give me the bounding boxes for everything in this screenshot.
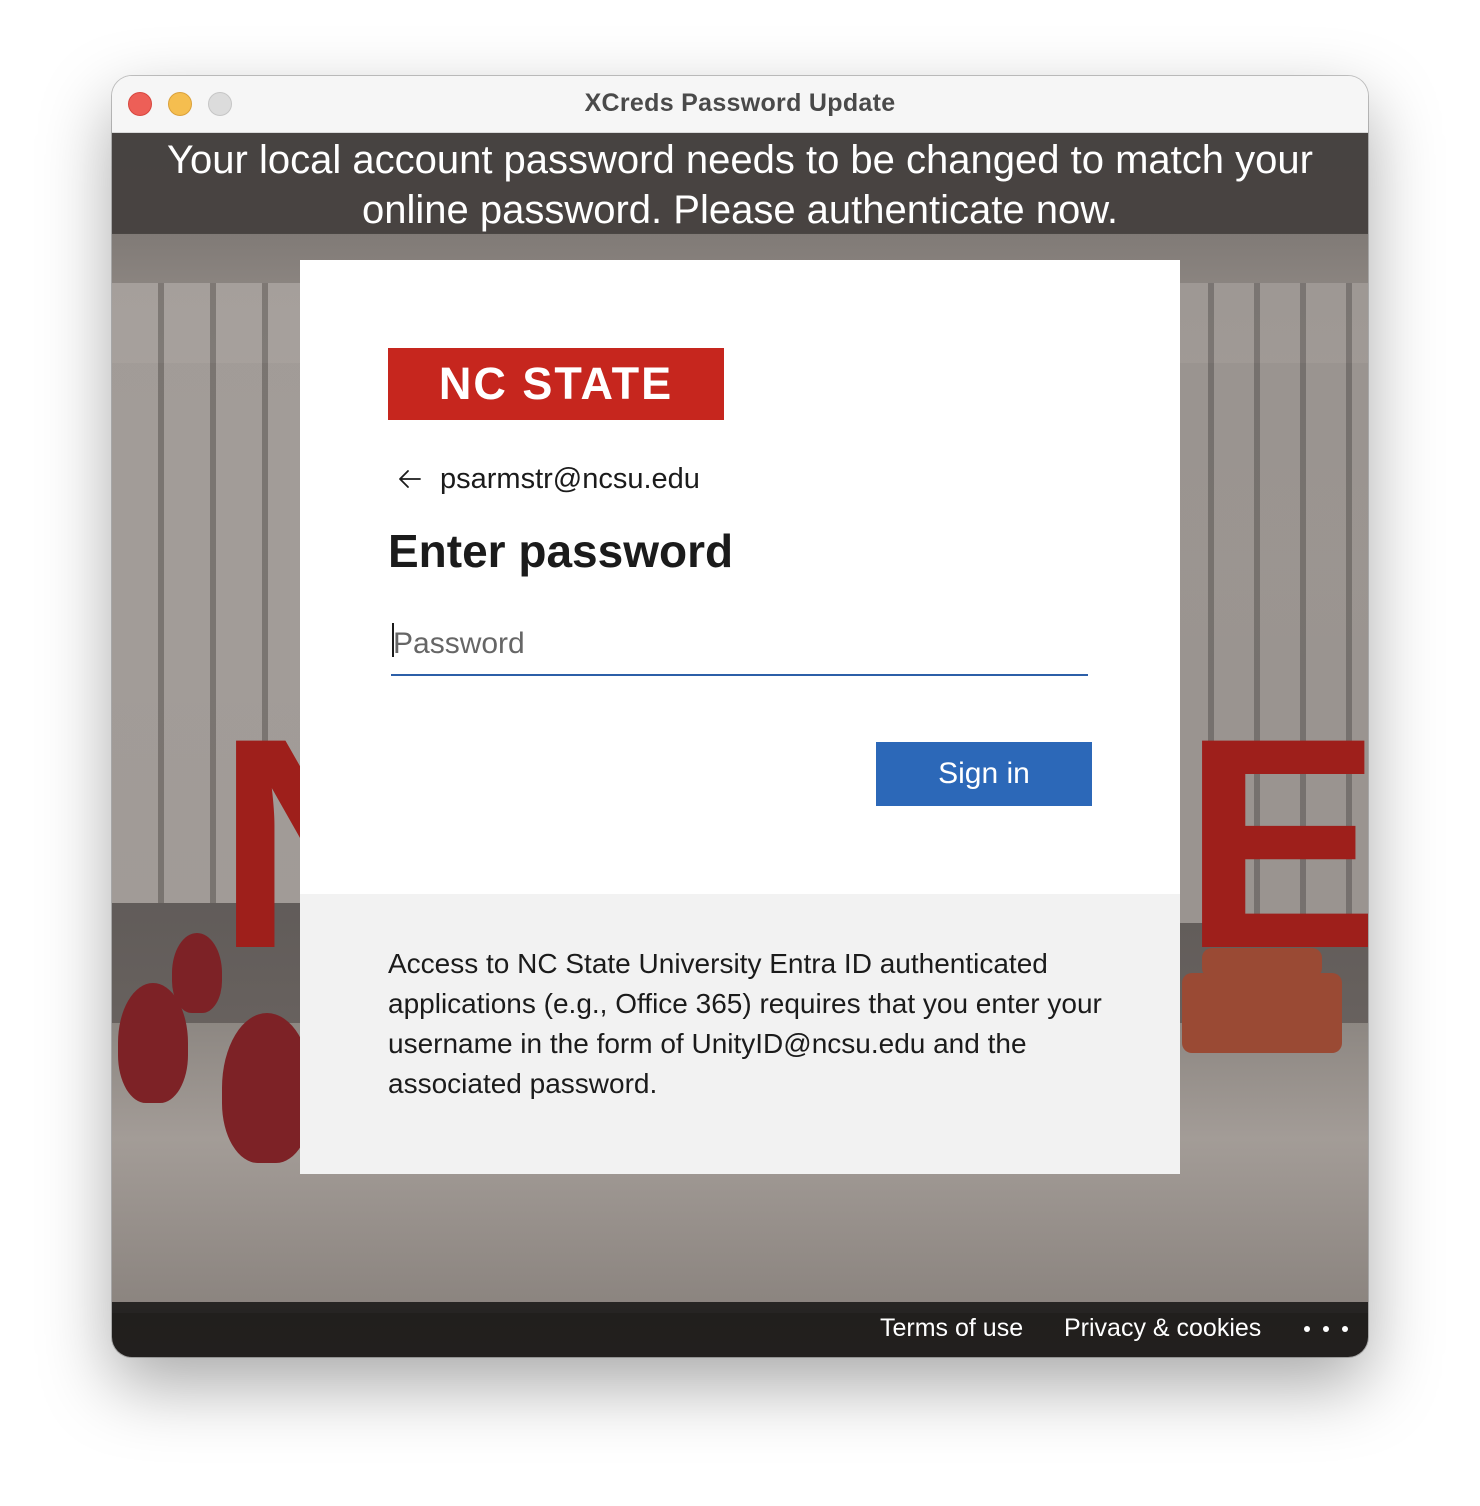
card-notice-section: Access to NC State University Entra ID a… bbox=[300, 894, 1180, 1174]
identity-row: psarmstr@ncsu.edu bbox=[396, 459, 700, 499]
page-title: Enter password bbox=[388, 525, 734, 577]
window-title: XCreds Password Update bbox=[584, 89, 896, 117]
nc-state-logo: NC STATE bbox=[388, 348, 724, 420]
ellipsis-dot bbox=[1304, 1326, 1310, 1332]
ellipsis-icon[interactable] bbox=[1304, 1314, 1348, 1344]
text-caret bbox=[392, 623, 394, 657]
footer-bar: Terms of use Privacy & cookies bbox=[112, 1302, 1368, 1357]
terms-of-use-link[interactable]: Terms of use bbox=[880, 1314, 1023, 1343]
identity-email: psarmstr@ncsu.edu bbox=[440, 462, 700, 495]
ellipsis-dot bbox=[1323, 1326, 1329, 1332]
sign-in-button[interactable]: Sign in bbox=[876, 742, 1092, 806]
background-chair bbox=[222, 1013, 312, 1163]
logo-text: NC STATE bbox=[438, 358, 674, 409]
arrow-left-icon[interactable] bbox=[396, 465, 424, 493]
privacy-cookies-link[interactable]: Privacy & cookies bbox=[1064, 1314, 1261, 1343]
app-window: XCreds Password Update N E Your local ac… bbox=[112, 76, 1368, 1357]
banner-line-1: Your local account password needs to be … bbox=[167, 138, 1313, 182]
password-change-banner: Your local account password needs to be … bbox=[112, 133, 1368, 234]
title-bar[interactable]: XCreds Password Update bbox=[112, 76, 1368, 133]
ellipsis-dot bbox=[1342, 1326, 1348, 1332]
sign-in-card: NC STATE psarmstr@ncsu.edu Enter passwor… bbox=[300, 260, 1180, 1174]
background-chair bbox=[172, 933, 222, 1013]
password-input[interactable] bbox=[391, 618, 1088, 676]
web-content: N E Your local account password needs to… bbox=[112, 133, 1368, 1357]
access-notice: Access to NC State University Entra ID a… bbox=[388, 948, 1102, 1099]
banner-line-2: online password. Please authenticate now… bbox=[361, 188, 1119, 232]
background-sofa bbox=[1182, 973, 1342, 1053]
background-sofa bbox=[1202, 948, 1322, 978]
